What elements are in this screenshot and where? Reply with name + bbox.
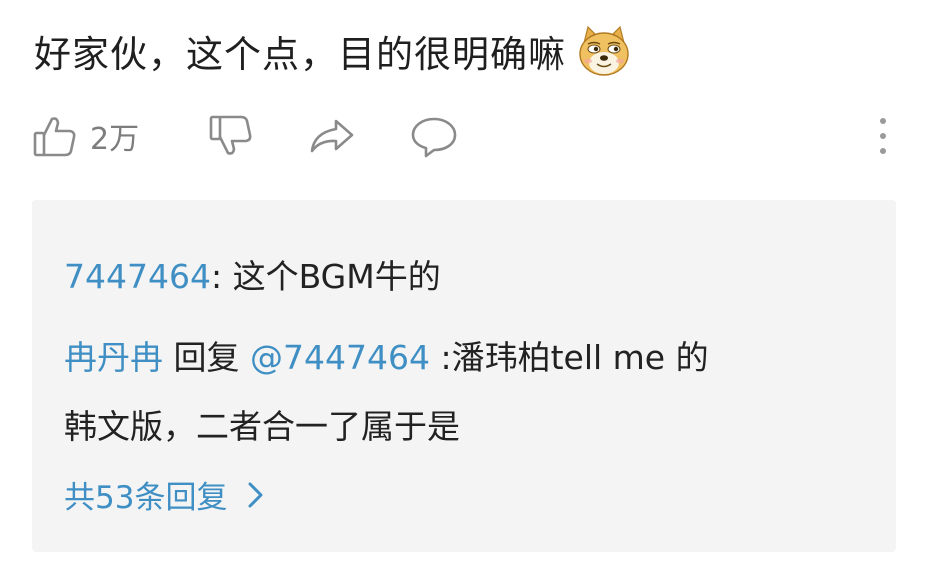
comment-text: 好家伙，这个点，目的很明确嘛 (34, 33, 566, 76)
reply-text: :潘玮柏tell me 的 (429, 338, 709, 377)
more-vertical-icon[interactable] (876, 116, 890, 160)
share-icon (308, 113, 356, 159)
comment-action-bar: 2万 (30, 108, 890, 164)
comment-icon (410, 113, 458, 159)
reply-mention[interactable]: @7447464 (250, 338, 430, 377)
like-button[interactable]: 2万 (32, 108, 139, 164)
view-all-replies-link[interactable]: 共53条回复 (64, 472, 267, 517)
more-replies-label: 共53条回复 (64, 480, 228, 516)
comment-card: 好家伙，这个点，目的很明确嘛 2万 7447464: 这个BGM牛的 冉丹冉 回… (0, 0, 931, 580)
reply-text-continuation: 韩文版，二者合一了属于是 (64, 407, 460, 446)
reply-item: 7447464: 这个BGM牛的 (64, 250, 441, 298)
reply-separator: : (210, 257, 233, 296)
like-count: 2万 (90, 122, 140, 157)
share-button[interactable] (308, 108, 356, 164)
reply-preview-panel[interactable]: 7447464: 这个BGM牛的 冉丹冉 回复 @7447464 :潘玮柏tel… (32, 200, 896, 552)
reply-text: 这个BGM牛的 (232, 257, 441, 296)
reply-username[interactable]: 冉丹冉 (64, 338, 163, 377)
dislike-button[interactable] (208, 108, 254, 164)
thumbs-up-icon (32, 113, 78, 159)
reply-word: 回复 (163, 338, 250, 377)
doge-emoji-icon (576, 23, 632, 79)
chevron-right-icon (245, 480, 267, 510)
reply-item: 冉丹冉 回复 @7447464 :潘玮柏tell me 的 (64, 331, 709, 379)
comment-body: 好家伙，这个点，目的很明确嘛 (34, 16, 632, 86)
reply-username[interactable]: 7447464 (64, 257, 211, 296)
reply-button[interactable] (410, 108, 458, 164)
thumbs-down-icon (208, 113, 254, 159)
